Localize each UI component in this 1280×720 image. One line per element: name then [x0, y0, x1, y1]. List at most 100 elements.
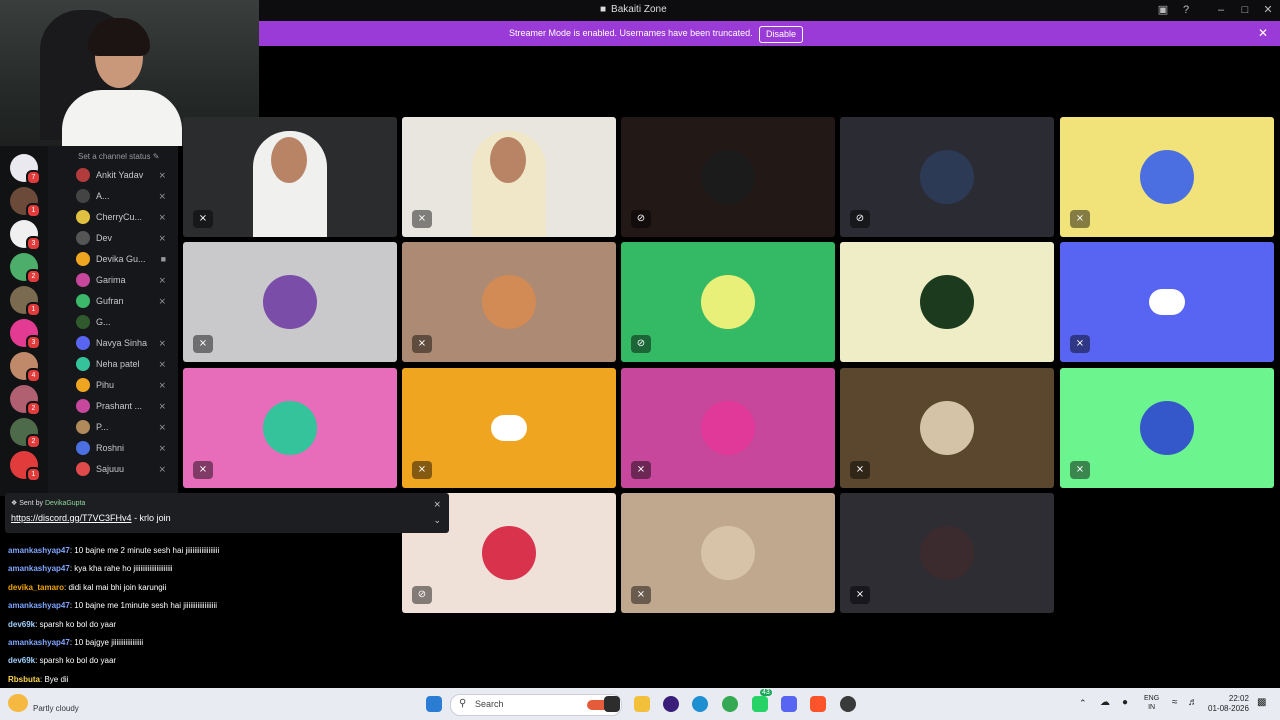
participant-tile[interactable]: ⨯: [183, 117, 397, 237]
language-indicator[interactable]: ENG IN: [1144, 694, 1159, 712]
mic-muted-icon: ⨯: [631, 461, 651, 479]
notification-icon[interactable]: ▩: [1257, 697, 1266, 708]
mic-muted-icon: ⨯: [850, 461, 870, 479]
chat-username[interactable]: Rbsbuta: [8, 675, 40, 684]
face-shape: [271, 137, 307, 183]
chat-username[interactable]: devika_tamaro: [8, 583, 64, 592]
avatar: [920, 275, 974, 329]
chat-text: : Bye dii: [40, 675, 69, 684]
brave-icon[interactable]: [810, 696, 826, 712]
chat-username[interactable]: dev69k: [8, 620, 35, 629]
chat-message: Rbsbuta: Bye dii: [8, 675, 68, 684]
windows-start-icon[interactable]: [426, 696, 442, 712]
taskbar: Partly cloudy ⚲ Search 43 ⌃ ☁ ● ENG IN ≈…: [0, 688, 1280, 720]
pinned-text: https://discord.gg/T7VC3FHv4 - krlo join: [11, 513, 171, 523]
mic-muted-icon: ⨯: [193, 335, 213, 353]
chat-message: devika_tamaro: didi kal mai bhi join kar…: [8, 583, 166, 592]
chat-message: amankashyap47: 10 bajne me 1minute sesh …: [8, 601, 217, 610]
clock[interactable]: 22:02 01-08-2026: [1208, 694, 1249, 714]
cortana-icon[interactable]: [663, 696, 679, 712]
chat-text: : 10 bajgye jiiiiiiiiiiiiiiiii: [69, 638, 144, 647]
mic-deafened-icon: ⊘: [631, 210, 651, 228]
chat-text: : 10 bajne me 1minute sesh hai jiiiiiiii…: [69, 601, 217, 610]
participant-tile[interactable]: ⨯: [621, 493, 835, 613]
mic-muted-icon: ⨯: [412, 335, 432, 353]
mute-icon[interactable]: ⨯: [433, 499, 441, 510]
microphone-icon[interactable]: ●: [1122, 697, 1128, 708]
chat-message: dev69k: sparsh ko bol do yaar: [8, 656, 116, 665]
avatar: [482, 275, 536, 329]
participant-tile[interactable]: ⨯: [621, 368, 835, 488]
participant-tile[interactable]: [840, 242, 1054, 362]
avatar: [701, 275, 755, 329]
mic-deafened-icon: ⊘: [850, 210, 870, 228]
avatar: [263, 401, 317, 455]
avatar: [1140, 401, 1194, 455]
participant-tile[interactable]: ⨯: [183, 368, 397, 488]
participant-tile[interactable]: ⨯: [402, 242, 616, 362]
discord-logo-icon: [491, 415, 527, 441]
participant-tile[interactable]: ⨯: [840, 493, 1054, 613]
chat-username[interactable]: amankashyap47: [8, 601, 70, 610]
chat-username[interactable]: amankashyap47: [8, 546, 70, 555]
onedrive-icon[interactable]: ☁: [1100, 697, 1110, 708]
edge-icon[interactable]: [692, 696, 708, 712]
chat-username[interactable]: amankashyap47: [8, 564, 70, 573]
search-input[interactable]: ⚲ Search: [450, 694, 622, 716]
avatar: [482, 526, 536, 580]
chat-message: amankashyap47: 10 bajgye jiiiiiiiiiiiiii…: [8, 638, 143, 647]
mic-muted-icon: ⨯: [412, 461, 432, 479]
chevron-down-icon[interactable]: ⌄: [433, 515, 441, 526]
pin-icon: ❖: [11, 500, 18, 507]
avatar: [920, 526, 974, 580]
mic-muted-icon: ⨯: [1070, 461, 1090, 479]
mic-muted-icon: ⨯: [850, 586, 870, 604]
pinned-message: ❖ Sent by DevikaGupta https://discord.gg…: [5, 493, 449, 533]
chat-text: : kya kha rahe ho jiiiiiiiiiiiiiiiiiiiii: [69, 564, 173, 573]
chat-username[interactable]: amankashyap47: [8, 638, 70, 647]
invite-link[interactable]: https://discord.gg/T7VC3FHv4: [11, 513, 132, 523]
chrome-icon[interactable]: [722, 696, 738, 712]
chevron-up-icon[interactable]: ⌃: [1079, 698, 1087, 709]
discord-logo-icon: [1149, 289, 1185, 315]
taskview-icon[interactable]: [604, 696, 620, 712]
weather-label: Partly cloudy: [33, 704, 79, 713]
participant-tile[interactable]: ⨯: [402, 368, 616, 488]
wifi-icon[interactable]: ≈: [1172, 697, 1178, 708]
avatar: [1140, 150, 1194, 204]
mic-muted-icon: ⨯: [193, 210, 213, 228]
pinned-sender: ❖ Sent by DevikaGupta: [11, 500, 86, 507]
participant-tile[interactable]: ⨯: [183, 242, 397, 362]
mic-muted-icon: ⨯: [631, 586, 651, 604]
chat-text: : sparsh ko bol do yaar: [35, 620, 117, 629]
chat-text: : 10 bajne me 2 minute sesh hai jiiiiiii…: [69, 546, 220, 555]
discord-icon[interactable]: [781, 696, 797, 712]
participant-tile[interactable]: ⊘: [621, 242, 835, 362]
badge: 43: [760, 689, 772, 696]
file-explorer-icon[interactable]: [634, 696, 650, 712]
weather-icon[interactable]: [8, 694, 28, 712]
avatar: [920, 150, 974, 204]
participant-tile[interactable]: ⨯: [1060, 368, 1274, 488]
mic-deafened-icon: ⊘: [631, 335, 651, 353]
chat-text: : sparsh ko bol do yaar: [35, 656, 117, 665]
volume-icon[interactable]: ♬: [1188, 697, 1198, 708]
participant-tile[interactable]: ⊘: [621, 117, 835, 237]
mic-muted-icon: ⨯: [412, 210, 432, 228]
whatsapp-icon[interactable]: 43: [752, 689, 772, 712]
mic-muted-icon: ⨯: [193, 461, 213, 479]
chat-message: amankashyap47: 10 bajne me 2 minute sesh…: [8, 546, 219, 555]
participant-tile[interactable]: ⊘: [840, 117, 1054, 237]
participant-tile[interactable]: ⨯: [1060, 242, 1274, 362]
participant-tile[interactable]: ⨯: [1060, 117, 1274, 237]
avatar: [263, 275, 317, 329]
chat-message: amankashyap47: kya kha rahe ho jiiiiiiii…: [8, 564, 173, 573]
app-icon[interactable]: [840, 696, 856, 712]
chat-message: dev69k: sparsh ko bol do yaar: [8, 620, 116, 629]
avatar: [701, 150, 755, 204]
participant-tile[interactable]: ⨯: [840, 368, 1054, 488]
search-icon: ⚲: [459, 698, 467, 709]
participant-tile[interactable]: ⨯: [402, 117, 616, 237]
mic-muted-icon: ⨯: [1070, 335, 1090, 353]
chat-username[interactable]: dev69k: [8, 656, 35, 665]
